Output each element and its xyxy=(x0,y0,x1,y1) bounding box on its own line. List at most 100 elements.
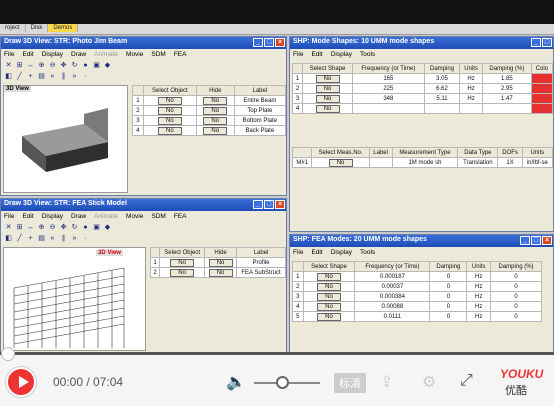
menu-movie[interactable]: Movie xyxy=(126,213,143,220)
maximize-button[interactable]: □ xyxy=(264,200,274,209)
shape-icon[interactable]: ◆ xyxy=(103,223,112,232)
close-button[interactable]: × xyxy=(542,236,552,245)
forward-icon[interactable]: » xyxy=(70,72,79,81)
hide-toggle[interactable]: No xyxy=(208,268,233,277)
plus-icon[interactable]: + xyxy=(26,72,35,81)
3d-view-canvas[interactable]: 3D View xyxy=(3,247,146,351)
grid-icon[interactable]: ⊞ xyxy=(15,223,24,232)
point-icon[interactable]: ● xyxy=(81,223,90,232)
color-swatch[interactable] xyxy=(530,93,553,104)
grid-icon[interactable]: ⊞ xyxy=(15,61,24,70)
select-toggle[interactable]: No xyxy=(316,272,341,281)
select-toggle[interactable]: No xyxy=(316,282,341,291)
select-toggle[interactable]: No xyxy=(157,126,182,135)
menu-edit[interactable]: Edit xyxy=(311,51,322,58)
menu-file[interactable]: File xyxy=(4,213,14,220)
menu-file[interactable]: File xyxy=(293,249,303,256)
minimize-button[interactable]: _ xyxy=(253,38,263,47)
menu-display[interactable]: Display xyxy=(331,51,352,58)
select-toggle[interactable]: No xyxy=(315,84,340,93)
menu-edit[interactable]: Edit xyxy=(311,249,322,256)
menu-movie[interactable]: Movie xyxy=(126,51,143,58)
menu-file[interactable]: File xyxy=(4,51,14,58)
box-icon[interactable]: ▤ xyxy=(37,72,46,81)
zoom-out-icon[interactable]: ⊖ xyxy=(48,223,57,232)
hide-toggle[interactable]: No xyxy=(203,116,228,125)
quality-button[interactable]: 标清 xyxy=(334,373,366,393)
rotate-icon[interactable]: ↻ xyxy=(70,61,79,70)
select-toggle[interactable]: No xyxy=(316,312,341,321)
share-icon[interactable]: ⇪ xyxy=(380,372,393,392)
zoom-out-icon[interactable]: ⊖ xyxy=(48,61,57,70)
dot-icon[interactable]: · xyxy=(81,72,90,81)
cross-icon[interactable]: ✕ xyxy=(4,61,13,70)
select-toggle[interactable]: No xyxy=(157,116,182,125)
maximize-button[interactable]: □ xyxy=(531,236,541,245)
menu-display[interactable]: Display xyxy=(42,51,63,58)
select-toggle[interactable]: No xyxy=(315,74,340,83)
menu-tools[interactable]: Tools xyxy=(360,51,375,58)
menu-fea[interactable]: FEA xyxy=(174,213,187,220)
color-swatch[interactable] xyxy=(530,73,553,84)
pause-icon[interactable]: ∥ xyxy=(59,72,68,81)
select-toggle[interactable]: No xyxy=(316,302,341,311)
volume-knob[interactable] xyxy=(276,376,289,389)
menu-display[interactable]: Display xyxy=(331,249,352,256)
select-icon[interactable]: ▣ xyxy=(92,61,101,70)
menu-animate[interactable]: Animate xyxy=(94,213,118,220)
rewind-icon[interactable]: « xyxy=(48,234,57,243)
forward-icon[interactable]: » xyxy=(70,234,79,243)
arrow-icon[interactable]: ↔ xyxy=(26,61,35,70)
minimize-button[interactable]: _ xyxy=(253,200,263,209)
select-toggle[interactable]: No xyxy=(157,106,182,115)
menu-fea[interactable]: FEA xyxy=(174,51,187,58)
color-swatch[interactable] xyxy=(530,83,553,94)
object-icon[interactable]: ◧ xyxy=(4,72,13,81)
volume-icon[interactable]: 🔈 xyxy=(226,372,246,392)
color-swatch[interactable] xyxy=(530,103,553,114)
select-toggle[interactable]: No xyxy=(315,94,340,103)
rewind-icon[interactable]: « xyxy=(48,72,57,81)
menu-file[interactable]: File xyxy=(293,51,303,58)
hide-toggle[interactable]: No xyxy=(208,258,233,267)
menu-edit[interactable]: Edit xyxy=(22,213,33,220)
fullscreen-icon[interactable]: ⤢ xyxy=(460,372,473,390)
arrow-icon[interactable]: ↔ xyxy=(26,223,35,232)
menu-tools[interactable]: Tools xyxy=(360,249,375,256)
pause-icon[interactable]: ∥ xyxy=(59,234,68,243)
minimize-button[interactable]: _ xyxy=(531,38,541,47)
select-toggle[interactable]: No xyxy=(170,268,195,277)
move-icon[interactable]: ✥ xyxy=(59,223,68,232)
select-toggle[interactable]: No xyxy=(170,258,195,267)
dot-icon[interactable]: · xyxy=(81,234,90,243)
close-button[interactable]: × xyxy=(275,38,285,47)
maximize-button[interactable]: □ xyxy=(264,38,274,47)
hide-toggle[interactable]: No xyxy=(203,126,228,135)
tab-disk[interactable]: Disk xyxy=(26,24,49,32)
line-icon[interactable]: ╱ xyxy=(15,234,24,243)
video-frame[interactable]: roject Disk Demos Draw 3D View: STR: Photo… xyxy=(0,24,554,354)
hide-toggle[interactable]: No xyxy=(203,96,228,105)
menu-display[interactable]: Display xyxy=(42,213,63,220)
close-button[interactable]: × xyxy=(275,200,285,209)
minimize-button[interactable]: _ xyxy=(520,236,530,245)
zoom-icon[interactable]: ⊕ xyxy=(37,61,46,70)
zoom-icon[interactable]: ⊕ xyxy=(37,223,46,232)
line-icon[interactable]: ╱ xyxy=(15,72,24,81)
tab-demos[interactable]: Demos xyxy=(48,24,79,32)
play-button[interactable] xyxy=(6,367,36,397)
select-icon[interactable]: ▣ xyxy=(92,223,101,232)
menu-animate[interactable]: Animate xyxy=(94,51,118,58)
object-icon[interactable]: ◧ xyxy=(4,234,13,243)
progress-bar[interactable] xyxy=(0,352,554,355)
progress-knob[interactable] xyxy=(1,347,15,361)
hide-toggle[interactable]: No xyxy=(203,106,228,115)
point-icon[interactable]: ● xyxy=(81,61,90,70)
menu-draw[interactable]: Draw xyxy=(71,213,86,220)
box-icon[interactable]: ▤ xyxy=(37,234,46,243)
maximize-button[interactable]: □ xyxy=(542,38,552,47)
menu-draw[interactable]: Draw xyxy=(71,51,86,58)
shape-icon[interactable]: ◆ xyxy=(103,61,112,70)
select-toggle[interactable]: No xyxy=(328,158,353,167)
select-toggle[interactable]: No xyxy=(316,292,341,301)
